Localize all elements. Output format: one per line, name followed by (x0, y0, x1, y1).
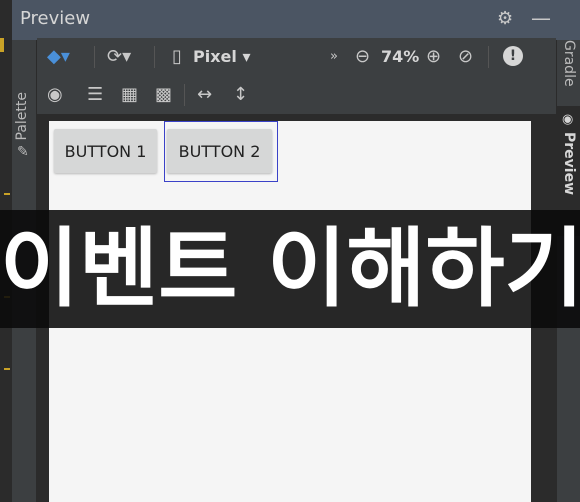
left-marker (4, 193, 10, 195)
eye-toggle-icon[interactable]: ◉ (47, 84, 63, 105)
preview-toolbar-bottom: ◉ ☰ ▦ ▩ ↔ ↕ (37, 76, 556, 115)
selection-outline (164, 121, 278, 182)
horizontal-resize-icon[interactable]: ↔ (197, 84, 212, 105)
toolbar-divider (488, 46, 489, 68)
gear-icon[interactable]: ⚙ (497, 8, 513, 29)
left-indicator-bar (0, 38, 4, 52)
phone-icon[interactable]: ▯ (172, 46, 182, 67)
caption-text: 이벤트 이해하기 (0, 219, 580, 319)
blueprint-icon[interactable]: ▦ (121, 84, 138, 105)
window-title: Preview (20, 8, 91, 29)
palette-tab[interactable]: Palette (14, 92, 30, 141)
toolbar-divider (94, 46, 95, 68)
zoom-out-icon[interactable]: ⊖ (355, 46, 370, 67)
gradle-tab[interactable]: Gradle (561, 40, 577, 87)
device-name: Pixel (193, 47, 237, 66)
warning-icon[interactable]: ! (503, 46, 523, 66)
zoom-in-icon[interactable]: ⊕ (426, 46, 441, 67)
eye-icon: ◉ (562, 112, 574, 127)
preview-toolbar-top: ◆▾ ⟳▾ ▯ Pixel ▾ » ⊖ 74% ⊕ ⊘ ! (37, 38, 556, 76)
vertical-resize-icon[interactable]: ↕ (233, 84, 248, 105)
toolbar-divider (184, 84, 185, 106)
layers-icon[interactable]: ◆▾ (47, 46, 70, 67)
preview-tab[interactable]: Preview (561, 132, 577, 195)
preview-titlebar: Preview ⚙ — (12, 0, 580, 40)
toolbar-divider (154, 46, 155, 68)
zoom-level: 74% (381, 47, 420, 66)
zoom-fit-icon[interactable]: ⊘ (458, 46, 473, 67)
palette-icon: ✎ (17, 144, 29, 160)
button-1[interactable]: BUTTON 1 (54, 129, 157, 173)
overflow-chevron[interactable]: » (330, 49, 338, 64)
device-selector[interactable]: Pixel ▾ (193, 47, 250, 66)
orientation-icon[interactable]: ⟳▾ (107, 46, 131, 67)
minimize-icon[interactable]: — (531, 6, 551, 30)
error-overlay-icon[interactable]: ▩ (155, 84, 172, 105)
layout-list-icon[interactable]: ☰ (87, 84, 103, 105)
caption-banner: 이벤트 이해하기 (0, 210, 580, 328)
left-marker (4, 368, 10, 370)
